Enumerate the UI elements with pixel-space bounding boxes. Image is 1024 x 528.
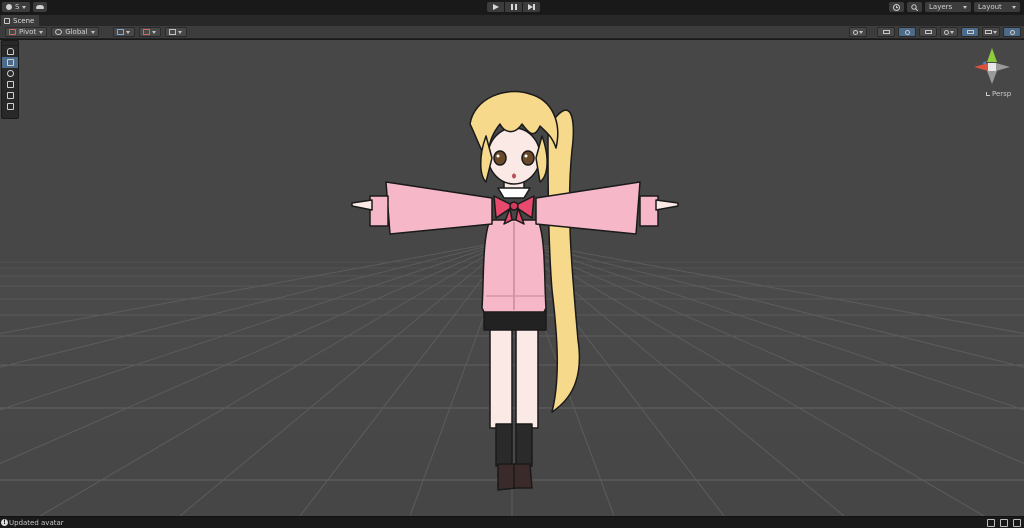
chevron-down-icon bbox=[126, 30, 131, 34]
grid-icon bbox=[117, 29, 125, 35]
chevron-down-icon bbox=[1012, 5, 1016, 9]
gizmos-icon bbox=[1009, 29, 1015, 35]
hidden-objects-toggle[interactable] bbox=[961, 27, 979, 37]
chevron-down-icon bbox=[993, 30, 997, 34]
status-right-icons bbox=[987, 519, 1021, 527]
scale-tool[interactable] bbox=[2, 79, 18, 90]
layout-dropdown[interactable]: Layout bbox=[974, 2, 1020, 12]
snap-increment-button[interactable] bbox=[138, 27, 161, 37]
info-icon: ! bbox=[1, 519, 8, 526]
gizmo-neg-x-axis[interactable] bbox=[996, 63, 1010, 71]
account-label: S bbox=[15, 3, 20, 11]
progress-icon[interactable] bbox=[987, 519, 995, 527]
main-toolbar: S Layers Layout bbox=[0, 0, 1024, 14]
scene-toolbar-left: Pivot Global bbox=[5, 27, 187, 37]
layers-dropdown[interactable]: Layers bbox=[925, 2, 971, 12]
scale-icon bbox=[6, 81, 14, 88]
play-button[interactable] bbox=[487, 2, 504, 12]
transform-tool[interactable] bbox=[2, 101, 18, 112]
chevron-down-icon bbox=[178, 30, 183, 34]
status-bar: ! Updated avatar bbox=[0, 516, 1024, 528]
camera-dropdown[interactable] bbox=[982, 27, 1000, 37]
rotate-tool[interactable] bbox=[2, 68, 18, 79]
account-icon bbox=[6, 4, 12, 10]
visibility-icon bbox=[966, 30, 974, 34]
code-icon[interactable] bbox=[1013, 519, 1021, 527]
camera-icon bbox=[985, 30, 992, 34]
move-icon bbox=[6, 59, 14, 66]
rect-icon bbox=[6, 92, 14, 99]
rect-tool[interactable] bbox=[2, 90, 18, 101]
move-tool[interactable] bbox=[2, 57, 18, 68]
increment-snap-button[interactable] bbox=[164, 27, 187, 37]
pause-icon bbox=[510, 4, 517, 10]
play-controls bbox=[487, 2, 540, 12]
gizmo-neg-y-axis[interactable] bbox=[987, 71, 997, 84]
shading-icon bbox=[853, 29, 858, 35]
2d-toggle[interactable] bbox=[877, 27, 895, 37]
chevron-down-icon bbox=[950, 30, 954, 34]
gizmo-y-axis[interactable] bbox=[987, 48, 997, 62]
toolbar-right: Layers Layout bbox=[889, 2, 1020, 12]
rotate-icon bbox=[6, 70, 14, 77]
history-icon bbox=[893, 3, 900, 11]
view-tool[interactable] bbox=[2, 46, 18, 57]
search-button[interactable] bbox=[907, 2, 922, 12]
shading-mode-button[interactable] bbox=[849, 27, 867, 37]
transform-icon bbox=[6, 103, 14, 110]
cloud-button[interactable] bbox=[33, 2, 47, 12]
scene-toolbar-right bbox=[849, 27, 1021, 37]
pause-button[interactable] bbox=[505, 2, 522, 12]
pivot-icon bbox=[9, 29, 16, 35]
step-button[interactable] bbox=[523, 2, 540, 12]
globe-icon bbox=[55, 29, 63, 35]
pivot-label: Pivot bbox=[19, 28, 37, 36]
light-bulb-icon bbox=[904, 29, 910, 35]
snap-icon bbox=[143, 29, 151, 35]
effects-dropdown[interactable] bbox=[940, 27, 958, 37]
debug-icon[interactable] bbox=[1000, 519, 1008, 527]
ruler-icon bbox=[169, 29, 177, 35]
chevron-down-icon bbox=[963, 5, 967, 9]
status-message[interactable]: Updated avatar bbox=[9, 519, 64, 527]
tools-panel bbox=[1, 40, 19, 119]
chevron-down-icon bbox=[90, 30, 95, 34]
chevron-down-icon bbox=[152, 30, 157, 34]
scene-toolbar: Pivot Global bbox=[0, 26, 1024, 39]
perspective-icon bbox=[986, 92, 990, 96]
audio-toggle[interactable] bbox=[919, 27, 937, 37]
play-icon bbox=[492, 4, 499, 10]
scene-viewport[interactable] bbox=[0, 40, 1024, 516]
hand-icon bbox=[6, 48, 14, 55]
tab-bar: Scene bbox=[0, 14, 1024, 27]
layout-label: Layout bbox=[978, 3, 1002, 11]
layers-label: Layers bbox=[929, 3, 953, 11]
avatar-model[interactable] bbox=[0, 40, 1024, 516]
chevron-down-icon bbox=[39, 30, 44, 34]
chevron-down-icon bbox=[22, 5, 27, 9]
lighting-toggle[interactable] bbox=[898, 27, 916, 37]
scene-icon bbox=[4, 18, 10, 24]
step-icon bbox=[528, 4, 535, 10]
pivot-dropdown[interactable]: Pivot bbox=[5, 27, 48, 37]
search-icon bbox=[911, 3, 918, 11]
grid-snap-button[interactable] bbox=[112, 27, 135, 37]
account-dropdown[interactable]: S bbox=[2, 2, 31, 12]
chevron-down-icon bbox=[859, 30, 863, 34]
tab-scene-label: Scene bbox=[13, 17, 35, 25]
projection-label: Persp bbox=[992, 90, 1012, 98]
global-dropdown[interactable]: Global bbox=[51, 27, 99, 37]
speaker-icon bbox=[924, 30, 932, 34]
2d-icon bbox=[882, 30, 890, 34]
gizmos-dropdown[interactable] bbox=[1003, 27, 1021, 37]
history-button[interactable] bbox=[889, 2, 904, 12]
projection-toggle[interactable]: Persp bbox=[986, 90, 1011, 98]
gizmo-center[interactable] bbox=[988, 63, 996, 71]
global-label: Global bbox=[65, 28, 88, 36]
cloud-icon bbox=[36, 5, 44, 9]
effects-icon bbox=[944, 29, 949, 35]
